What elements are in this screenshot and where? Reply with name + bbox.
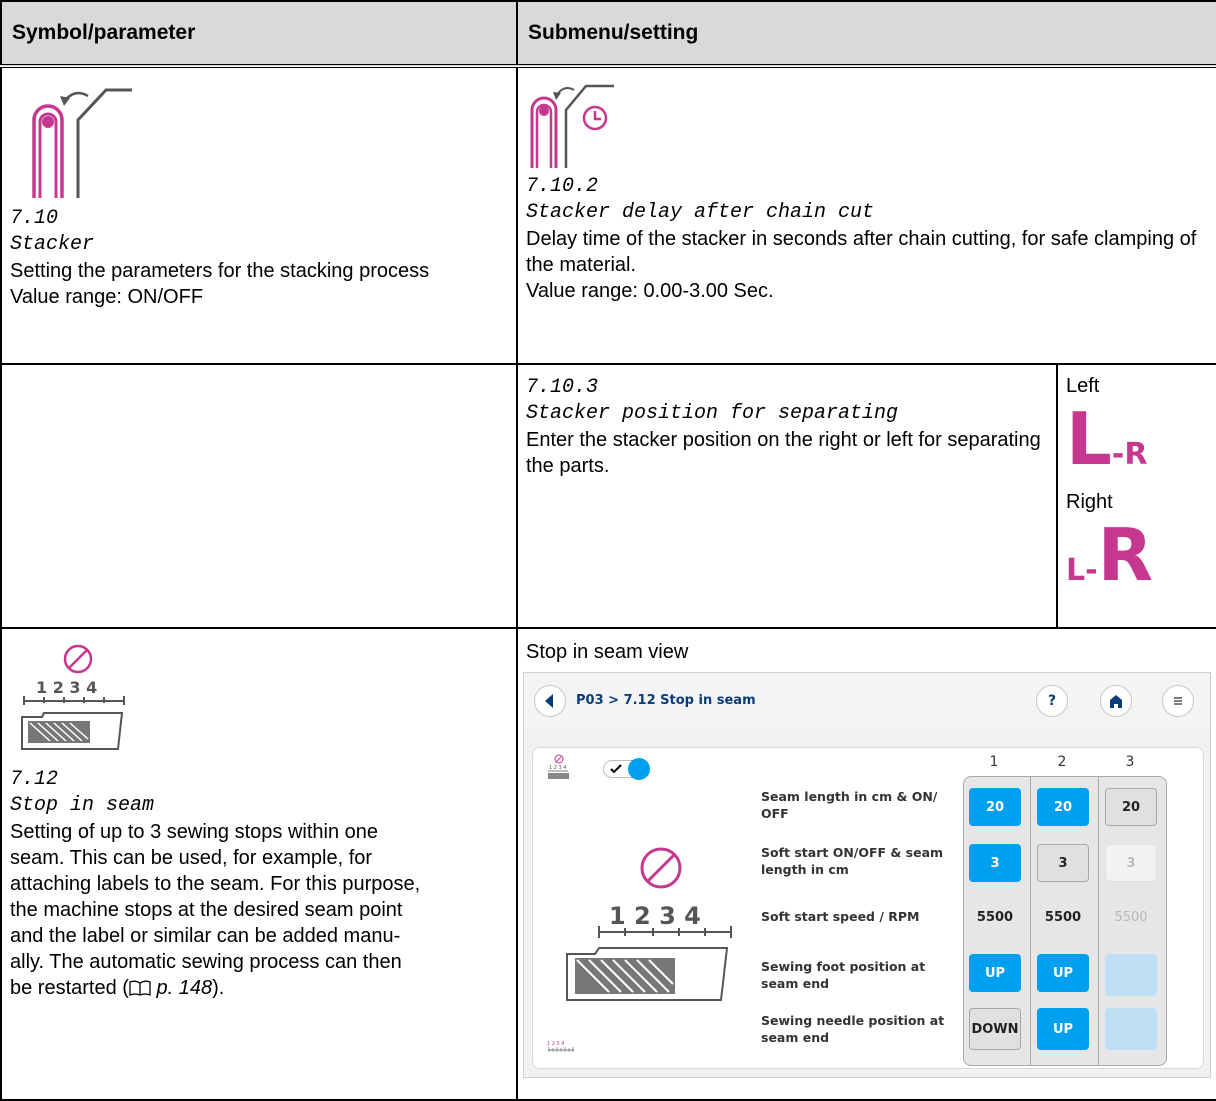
header-symbol-parameter: Symbol/parameter [0, 0, 518, 68]
menu-icon [1174, 697, 1182, 705]
stacker-range: Value range: ON/OFF [10, 286, 204, 308]
foot-position-2-button[interactable]: UP [1037, 954, 1089, 992]
home-icon [1110, 695, 1122, 708]
settings-panel: 1 2 3 4 1 2 3 4 1 2 3 4 1 2 3 Seam lengt… [532, 747, 1204, 1069]
soft-start-speed-3[interactable]: 5500 [1105, 898, 1157, 936]
needle-position-1-button[interactable]: DOWN [969, 1008, 1021, 1050]
stacker-position-code: 7.10.3 [526, 376, 599, 399]
back-button[interactable] [534, 685, 566, 717]
seam-length-3-button[interactable]: 20 [1105, 788, 1157, 826]
column-header-2: 2 [1057, 754, 1067, 770]
svg-text:1 2 3 4: 1 2 3 4 [547, 1041, 565, 1047]
checkmark-icon [610, 764, 622, 774]
book-icon [129, 980, 151, 996]
menu-button[interactable] [1162, 685, 1194, 717]
stop-in-seam-cell: 1 2 3 4 7.12 Stop in seam Setting of up … [0, 627, 518, 1101]
stop-in-seam-name: Stop in seam [10, 794, 155, 817]
soft-start-1-button[interactable]: 3 [969, 844, 1021, 882]
row-label-needle-position: Sewing needle position at seam end [761, 1013, 945, 1045]
screen-top-bar: P03 > 7.12 Stop in seam ? [524, 673, 1210, 729]
stop-desc-line-5: and the label or similar can be added ma… [10, 925, 401, 947]
right-label: Right [1066, 491, 1113, 513]
row-label-soft-start: Soft start ON/OFF & seam length in cm [761, 845, 944, 877]
svg-text:1 2 3 4: 1 2 3 4 [549, 765, 567, 771]
stacker-desc: Setting the parameters for the stacking … [10, 260, 430, 282]
stop-desc-line-4: the machine stops at the desired seam po… [10, 899, 403, 921]
right-position-symbol: L-R [1066, 513, 1154, 597]
stop-desc-line-7: be restarted ( p. 148). [10, 977, 225, 999]
stop-in-seam-code: 7.12 [10, 768, 59, 791]
toggle-knob [628, 758, 650, 780]
stacker-position-desc: Enter the stacker position on the right … [526, 429, 1041, 477]
stop-in-seam-icon: 1 2 3 4 [21, 644, 125, 750]
svg-text:1 2 3 4: 1 2 3 4 [36, 678, 97, 697]
small-stop-in-seam-icon: 1 2 3 4 [548, 754, 569, 779]
stacker-delay-cell: 7.10.2 Stacker delay after chain cut Del… [516, 65, 1216, 365]
needle-position-3-button[interactable] [1105, 1008, 1157, 1050]
grid-divider-2 [1098, 777, 1099, 1065]
stop-in-seam-toggle[interactable] [603, 758, 650, 780]
soft-start-speed-2[interactable]: 5500 [1037, 898, 1089, 936]
row-label-soft-start-speed: Soft start speed / RPM [761, 909, 920, 924]
svg-text:1 2 3 4: 1 2 3 4 [609, 902, 701, 930]
back-arrow-icon [545, 694, 553, 708]
stop-in-seam-view-title: Stop in seam view [526, 641, 689, 663]
stop-desc-line-1: Setting of up to 3 sewing stops within o… [10, 821, 379, 843]
stacker-cell: 7.10 Stacker Setting the parameters for … [0, 65, 518, 365]
stacker-delay-code: 7.10.2 [526, 175, 599, 198]
stop-in-seam-screen: P03 > 7.12 Stop in seam ? 1 2 3 4 1 2 3 … [523, 672, 1211, 1078]
stacker-delay-name: Stacker delay after chain cut [526, 201, 875, 224]
stacker-position-name: Stacker position for separating [526, 402, 899, 425]
stacker-position-cell: 7.10.3 Stacker position for separating E… [516, 363, 1058, 629]
needle-position-2-button[interactable]: UP [1037, 1008, 1089, 1050]
foot-position-1-button[interactable]: UP [969, 954, 1021, 992]
empty-cell [0, 363, 518, 629]
row-label-foot-position: Sewing foot position at seam end [761, 959, 926, 991]
soft-start-3-button[interactable]: 3 [1105, 844, 1157, 882]
seam-length-1-button[interactable]: 20 [969, 788, 1021, 826]
stacker-name: Stacker [10, 233, 95, 256]
stacker-code: 7.10 [10, 207, 59, 230]
seam-length-2-button[interactable]: 20 [1037, 788, 1089, 826]
row-label-seam-length: Seam length in cm & ON/ OFF [761, 789, 938, 821]
stop-desc-line-2: seam. This can be used, for example, for [10, 847, 373, 869]
column-header-3: 3 [1125, 754, 1135, 770]
help-button[interactable]: ? [1036, 685, 1068, 717]
grid-divider-1 [1030, 777, 1031, 1065]
breadcrumb: P03 > 7.12 Stop in seam [576, 693, 756, 708]
soft-start-speed-1[interactable]: 5500 [969, 898, 1021, 936]
soft-start-2-button[interactable]: 3 [1037, 844, 1089, 882]
seam-stop-illustration: 1 2 3 4 [566, 847, 732, 1001]
stacker-icon [32, 88, 132, 198]
left-position-symbol: L-R [1066, 397, 1148, 481]
foot-position-3-button[interactable] [1105, 954, 1157, 996]
header-submenu-setting: Submenu/setting [516, 0, 1216, 68]
stacker-delay-desc: Delay time of the stacker in seconds aft… [526, 228, 1197, 276]
stacker-delay-range: Value range: 0.00-3.00 Sec. [526, 280, 774, 302]
home-button[interactable] [1100, 685, 1132, 717]
stop-desc-line-6: ally. The automatic sewing process can t… [10, 951, 402, 973]
left-label: Left [1066, 375, 1100, 397]
stacker-position-options-cell: Left L-R Right L-R [1056, 363, 1216, 629]
page-reference-link[interactable]: p. 148 [157, 977, 213, 999]
column-header-1: 1 [989, 754, 999, 770]
stop-desc-line-3: attaching labels to the seam. For this p… [10, 873, 421, 895]
ruler-scale-icon: 1 2 3 4 [547, 1041, 574, 1052]
stacker-delay-icon [530, 84, 614, 168]
